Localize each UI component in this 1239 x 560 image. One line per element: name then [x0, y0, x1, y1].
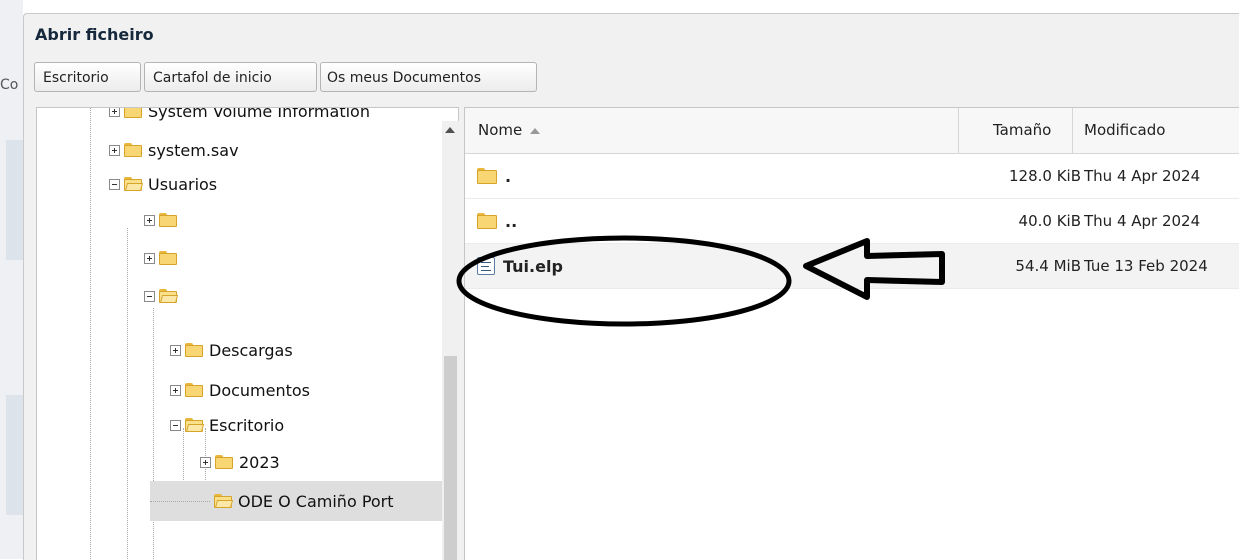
scrollbar-thumb[interactable] [444, 356, 457, 560]
scroll-up-arrow-icon[interactable] [445, 127, 455, 133]
file-row[interactable]: .. 40.0 KiB Thu 4 Apr 2024 [465, 199, 1239, 244]
tree-node[interactable]: 2023 [200, 450, 280, 474]
expand-toggle-icon[interactable] [200, 456, 211, 468]
document-file-icon [477, 257, 495, 275]
file-modified: Thu 4 Apr 2024 [1084, 212, 1201, 230]
file-modified: Tue 13 Feb 2024 [1084, 257, 1208, 275]
tree-node-label: system.sav [148, 140, 239, 160]
folder-icon [185, 383, 203, 397]
collapse-toggle-icon[interactable] [144, 290, 155, 302]
tree-node[interactable]: Descargas [170, 338, 293, 362]
column-header-size[interactable]: Tamaño [993, 108, 1051, 153]
tree-node[interactable] [144, 208, 183, 232]
expand-toggle-icon[interactable] [109, 144, 120, 156]
tree-node-label: Usuarios [148, 174, 218, 194]
tree-node-label: System Volume Information [148, 107, 370, 121]
tree-guide [150, 500, 210, 502]
file-name-cell: Tui.elp [477, 244, 563, 288]
column-header-label: Nome [478, 121, 523, 139]
background-panel [6, 140, 23, 260]
collapse-toggle-icon[interactable] [170, 419, 181, 431]
collapse-toggle-icon[interactable] [109, 178, 120, 190]
file-size: 40.0 KiB [1018, 212, 1081, 230]
expand-toggle-icon[interactable] [109, 108, 120, 117]
tree-node-selected[interactable]: ODE O Camiño Port [150, 481, 450, 521]
bookmarks-bar: Escritorio Cartafol de inicio Os meus Do… [34, 62, 540, 92]
tree-node-label: Escritorio [209, 415, 285, 435]
expand-toggle-icon[interactable] [170, 344, 181, 356]
sort-ascending-icon [530, 127, 541, 134]
open-file-dialog: Abrir ficheiro Escritorio Cartafol de in… [23, 13, 1239, 560]
tree-node-label: 2023 [239, 452, 280, 472]
tree-node[interactable]: Documentos [170, 378, 310, 402]
folder-icon [159, 251, 177, 265]
file-row[interactable]: Tui.elp 54.4 MiB Tue 13 Feb 2024 [465, 244, 1239, 289]
column-header-name[interactable]: Nome [478, 108, 541, 153]
tree-guide [153, 308, 154, 560]
file-name: Tui.elp [503, 256, 563, 276]
file-name: .. [505, 211, 518, 231]
bookmark-home-button[interactable]: Cartafol de inicio [144, 62, 317, 92]
tree-node-label: Documentos [209, 380, 311, 400]
folder-open-icon [124, 177, 144, 191]
background-text: Co [0, 77, 19, 93]
background-window: Co [0, 0, 23, 559]
folder-icon [124, 143, 142, 157]
file-list: Nome Tamaño Modificado . 128.0 KiB Thu 4… [464, 107, 1239, 560]
folder-icon [159, 213, 177, 227]
folder-icon [477, 168, 497, 184]
expand-toggle-icon[interactable] [144, 252, 155, 264]
folder-icon [477, 213, 497, 229]
folder-open-icon [159, 289, 179, 303]
tree-scrollbar[interactable] [442, 121, 459, 560]
file-size: 54.4 MiB [1015, 257, 1081, 275]
file-name-cell: .. [477, 199, 517, 243]
tree-node[interactable]: Usuarios [109, 172, 217, 196]
column-header-modified[interactable]: Modificado [1084, 108, 1165, 153]
folder-icon [124, 108, 142, 118]
tree-node-label: ODE O Camiño Port [238, 491, 394, 511]
file-row[interactable]: . 128.0 KiB Thu 4 Apr 2024 [465, 154, 1239, 199]
folder-icon [215, 455, 233, 469]
tree-node-label: Descargas [209, 340, 293, 360]
column-divider[interactable] [1072, 108, 1073, 153]
tree-guide [127, 228, 128, 560]
folder-open-icon [214, 494, 234, 508]
tree-node[interactable] [144, 284, 183, 308]
tree-node[interactable] [144, 246, 183, 270]
tree-node[interactable]: System Volume Information [109, 107, 370, 123]
folder-icon [185, 343, 203, 357]
tree-node[interactable]: system.sav [109, 138, 239, 162]
column-divider[interactable] [958, 108, 959, 153]
file-name-cell: . [477, 154, 511, 198]
folder-tree[interactable]: System Volume Information system.sav Usu… [36, 107, 459, 560]
file-modified: Thu 4 Apr 2024 [1084, 167, 1201, 185]
expand-toggle-icon[interactable] [144, 214, 155, 226]
dialog-title: Abrir ficheiro [35, 25, 154, 44]
file-list-header: Nome Tamaño Modificado [465, 108, 1239, 154]
tree-guide [90, 108, 91, 560]
file-size: 128.0 KiB [1008, 167, 1081, 185]
file-name: . [505, 166, 512, 186]
bookmark-escritorio-button[interactable]: Escritorio [34, 62, 141, 92]
background-panel [6, 395, 23, 515]
folder-open-icon [185, 418, 205, 432]
bookmark-documents-button[interactable]: Os meus Documentos [320, 62, 537, 92]
expand-toggle-icon[interactable] [170, 384, 181, 396]
tree-node[interactable]: Escritorio [170, 413, 284, 437]
